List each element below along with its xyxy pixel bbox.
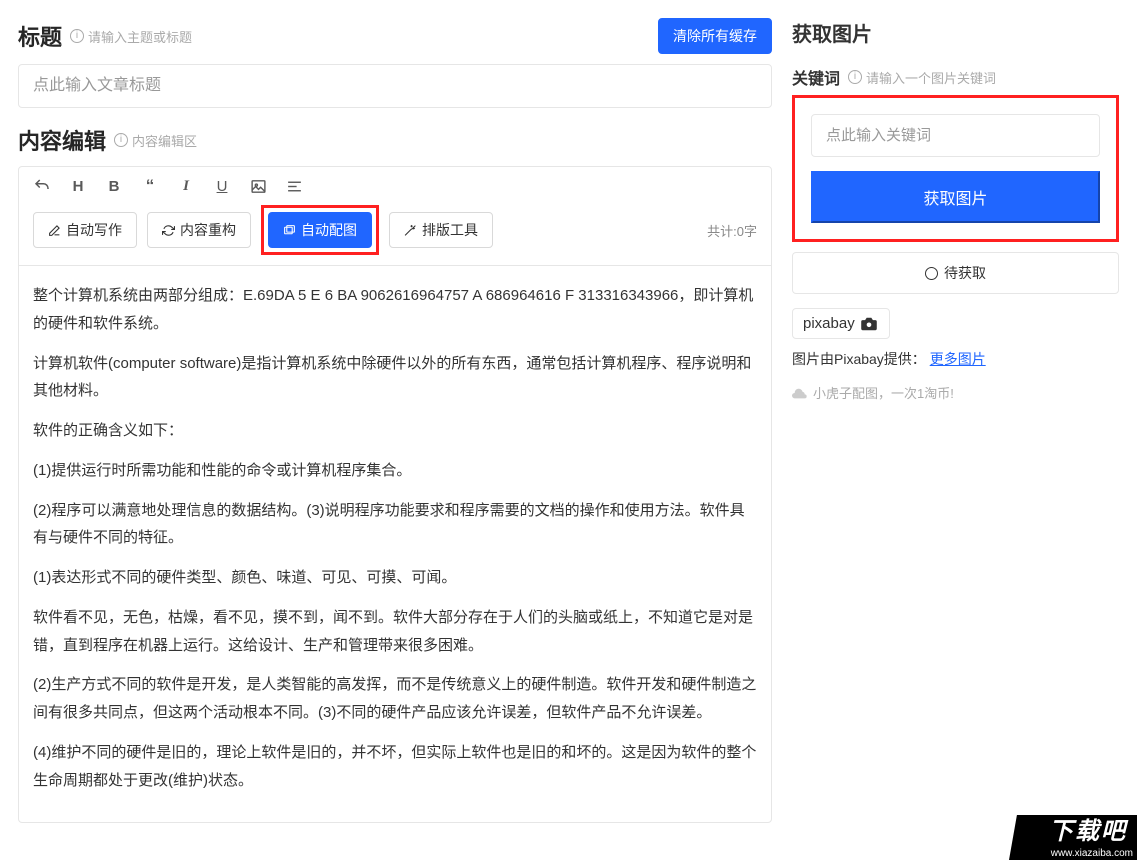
sidebar: 获取图片 关键词 i 请输入一个图片关键词 获取图片 待获取 pixabay 图… — [782, 0, 1137, 860]
camera-icon — [859, 317, 879, 331]
auto-image-label: 自动配图 — [301, 220, 357, 240]
content-paragraph: 软件看不见，无色，枯燥，看不见，摸不到，闻不到。软件大部分存在于人们的头脑或纸上… — [33, 604, 757, 660]
main-column: 标题 i 请输入主题或标题 清除所有缓存 内容编辑 i 内容编辑区 — [0, 0, 782, 860]
pixabay-label: pixabay — [803, 315, 855, 332]
editor-toolbar: H B “ I U 自动写作 内容重构 — [19, 167, 771, 266]
auto-write-button[interactable]: 自动写作 — [33, 212, 137, 248]
pixabay-badge: pixabay — [792, 308, 890, 339]
content-restruct-button[interactable]: 内容重构 — [147, 212, 251, 248]
info-icon: i — [114, 133, 128, 147]
watermark-text: 下载吧 — [1049, 811, 1127, 846]
watermark: 下载吧 www.xiazaiba.com — [997, 800, 1137, 860]
provider-text: 图片由Pixabay提供： — [792, 351, 926, 367]
clear-cache-button[interactable]: 清除所有缓存 — [658, 18, 772, 54]
undo-icon[interactable] — [33, 177, 51, 195]
content-header: 内容编辑 i 内容编辑区 — [18, 124, 772, 156]
title-hint: 请输入主题或标题 — [88, 27, 192, 46]
quote-icon[interactable]: “ — [141, 177, 159, 195]
refresh-icon — [162, 224, 175, 237]
keyword-highlight-box: 获取图片 — [792, 95, 1119, 242]
pencil-icon — [48, 224, 61, 237]
provider-line: 图片由Pixabay提供： 更多图片 — [792, 349, 1119, 369]
footer-note: 小虎子配图，一次1淘币! — [792, 383, 1119, 402]
content-paragraph: (1)提供运行时所需功能和性能的命令或计算机程序集合。 — [33, 457, 757, 485]
heading-icon[interactable]: H — [69, 177, 87, 195]
auto-image-highlight: 自动配图 — [261, 205, 379, 255]
content-paragraph: 软件的正确含义如下： — [33, 417, 757, 445]
content-paragraph: (4)维护不同的硬件是旧的，理论上软件是旧的，并不坏，但实际上软件也是旧的和坏的… — [33, 739, 757, 795]
content-paragraph: (2)生产方式不同的软件是开发，是人类智能的高发挥，而不是传统意义上的硬件制造。… — [33, 671, 757, 727]
more-images-link[interactable]: 更多图片 — [930, 351, 986, 367]
info-icon: i — [70, 29, 84, 43]
title-hint-wrap: i 请输入主题或标题 — [70, 27, 192, 46]
title-label: 标题 — [18, 20, 62, 52]
word-count: 共计:0字 — [707, 221, 757, 240]
align-left-icon[interactable] — [285, 177, 303, 195]
italic-icon[interactable]: I — [177, 177, 195, 195]
keyword-label: 关键词 — [792, 65, 840, 89]
title-header: 标题 i 请输入主题或标题 清除所有缓存 — [18, 18, 772, 54]
image-icon[interactable] — [249, 177, 267, 195]
keyword-header: 关键词 i 请输入一个图片关键词 — [792, 65, 1119, 89]
auto-image-button[interactable]: 自动配图 — [268, 212, 372, 248]
wand-icon — [404, 224, 417, 237]
circle-icon — [925, 267, 938, 280]
content-paragraph: 计算机软件(computer software)是指计算机系统中除硬件以外的所有… — [33, 350, 757, 406]
article-title-input[interactable] — [18, 64, 772, 108]
keyword-hint: 请输入一个图片关键词 — [866, 68, 996, 87]
content-hint: 内容编辑区 — [132, 131, 197, 150]
pending-label: 待获取 — [944, 263, 986, 283]
underline-icon[interactable]: U — [213, 177, 231, 195]
editor-content[interactable]: 整个计算机系统由两部分组成：E.69DA 5 E 6 BA 9062616964… — [19, 266, 771, 822]
bold-icon[interactable]: B — [105, 177, 123, 195]
layout-tool-button[interactable]: 排版工具 — [389, 212, 493, 248]
content-label: 内容编辑 — [18, 124, 106, 156]
content-paragraph: 整个计算机系统由两部分组成：E.69DA 5 E 6 BA 9062616964… — [33, 282, 757, 338]
layout-tool-label: 排版工具 — [422, 220, 478, 240]
cloud-icon — [792, 387, 808, 399]
images-icon — [283, 224, 296, 237]
get-image-button-label: 获取图片 — [923, 191, 987, 208]
get-image-button[interactable]: 获取图片 — [811, 171, 1100, 223]
keyword-input[interactable] — [811, 114, 1100, 157]
content-paragraph: (2)程序可以满意地处理信息的数据结构。(3)说明程序功能要求和程序需要的文档的… — [33, 497, 757, 553]
content-restruct-label: 内容重构 — [180, 220, 236, 240]
clear-cache-label: 清除所有缓存 — [673, 26, 757, 46]
auto-write-label: 自动写作 — [66, 220, 122, 240]
get-image-title: 获取图片 — [792, 18, 1119, 47]
info-icon: i — [848, 70, 862, 84]
pending-button[interactable]: 待获取 — [792, 252, 1119, 294]
watermark-url: www.xiazaiba.com — [1051, 848, 1133, 859]
content-paragraph: (1)表达形式不同的硬件类型、颜色、味道、可见、可摸、可闻。 — [33, 564, 757, 592]
editor-panel: H B “ I U 自动写作 内容重构 — [18, 166, 772, 823]
footer-note-text: 小虎子配图，一次1淘币! — [813, 383, 954, 402]
content-hint-wrap: i 内容编辑区 — [114, 131, 197, 150]
